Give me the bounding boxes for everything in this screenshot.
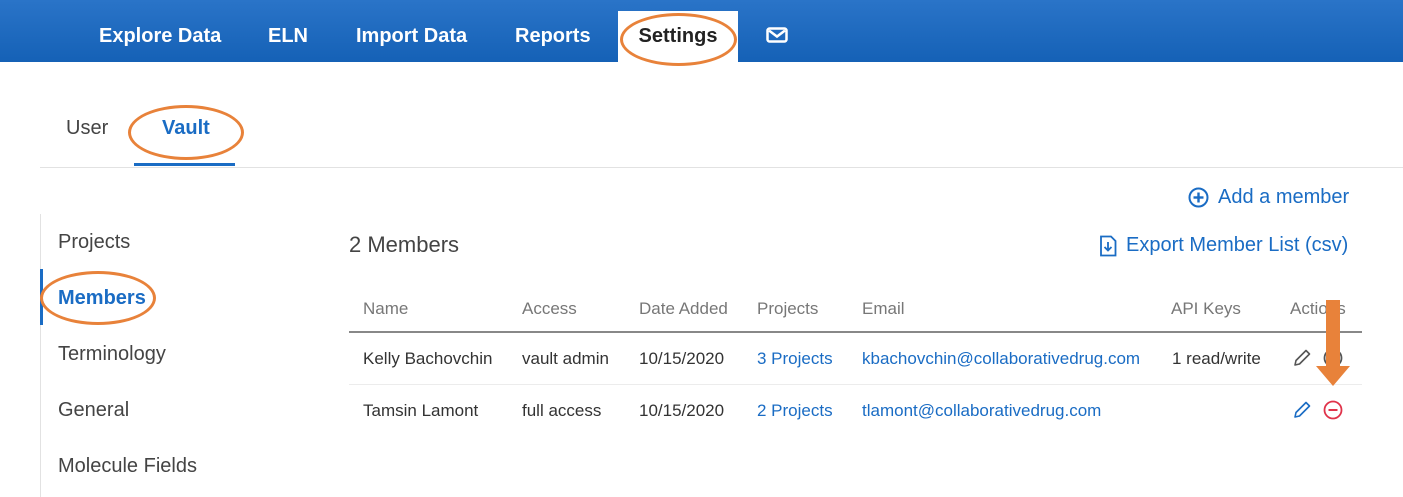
subtab-active-indicator [134, 163, 235, 166]
member-access: full access [522, 401, 602, 420]
annotation-circle-settings [620, 13, 737, 66]
column-header-name[interactable]: Name [363, 299, 408, 319]
member-date-added: 10/15/2020 [639, 401, 725, 420]
member-date-added: 10/15/2020 [639, 349, 725, 368]
annotation-circle-members [40, 271, 156, 325]
column-header-projects[interactable]: Projects [757, 299, 818, 319]
table-row-divider [349, 384, 1362, 385]
sidebar-item-molecule-fields[interactable]: Molecule Fields [58, 455, 197, 478]
download-file-icon [1100, 235, 1117, 256]
add-member-button[interactable]: Add a member [1188, 186, 1349, 209]
column-header-api-keys[interactable]: API Keys [1171, 299, 1241, 319]
annotation-circle-vault [128, 105, 244, 160]
mail-icon[interactable] [766, 27, 788, 43]
export-label: Export Member List (csv) [1126, 234, 1349, 256]
tab-import-data[interactable]: Import Data [356, 0, 467, 62]
tab-explore-data[interactable]: Explore Data [99, 0, 221, 62]
member-projects-link[interactable]: 2 Projects [757, 401, 833, 421]
subtab-user[interactable]: User [66, 117, 108, 140]
sidebar-item-projects[interactable]: Projects [58, 231, 130, 254]
member-name: Kelly Bachovchin [363, 349, 493, 368]
annotation-arrow-down-icon [1316, 300, 1350, 386]
subtab-divider [40, 167, 1403, 168]
table-header-divider [349, 331, 1362, 333]
member-name: Tamsin Lamont [363, 401, 479, 420]
member-access: vault admin [522, 349, 609, 368]
sidebar-item-terminology[interactable]: Terminology [58, 343, 166, 366]
sidebar-divider [40, 214, 41, 497]
export-member-list-button[interactable]: Export Member List (csv) [1099, 234, 1348, 257]
member-projects-link[interactable]: 3 Projects [757, 349, 833, 369]
tab-eln[interactable]: ELN [268, 0, 308, 62]
column-header-date-added[interactable]: Date Added [639, 299, 728, 319]
remove-member-icon[interactable] [1322, 399, 1344, 421]
tab-reports[interactable]: Reports [515, 0, 591, 62]
column-header-email[interactable]: Email [862, 299, 905, 319]
sidebar-item-general[interactable]: General [58, 399, 129, 422]
column-header-access[interactable]: Access [522, 299, 577, 319]
edit-pencil-icon[interactable] [1291, 399, 1313, 421]
member-email-link[interactable]: tlamont@collaborativedrug.com [862, 401, 1101, 421]
members-count: 2 Members [349, 232, 460, 257]
edit-pencil-icon[interactable] [1291, 347, 1313, 369]
member-email-link[interactable]: kbachovchin@collaborativedrug.com [862, 349, 1140, 369]
add-member-label: Add a member [1218, 186, 1350, 208]
member-api-keys: 1 read/write [1172, 349, 1261, 368]
plus-circle-icon [1188, 187, 1209, 208]
